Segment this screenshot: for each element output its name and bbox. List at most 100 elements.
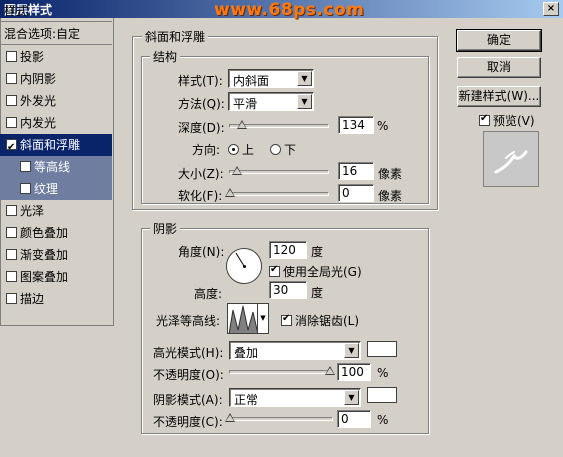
close-button[interactable]: × xyxy=(543,2,559,16)
style-item-label: 纹理 xyxy=(34,182,59,196)
altitude-input[interactable]: 30 xyxy=(269,281,307,299)
style-item-label: 图案叠加 xyxy=(20,270,69,284)
checkbox-icon[interactable] xyxy=(6,117,17,128)
checkbox-icon[interactable] xyxy=(6,271,17,282)
style-item-bevel-emboss[interactable]: 斜面和浮雕 xyxy=(0,134,112,159)
soften-slider[interactable] xyxy=(225,188,329,199)
checkbox-icon[interactable] xyxy=(6,137,17,159)
depth-input[interactable]: 134 xyxy=(338,116,374,134)
direction-up-label: 上 xyxy=(242,143,255,157)
checkbox-icon[interactable] xyxy=(479,113,490,126)
radio-icon[interactable] xyxy=(228,144,239,155)
checkbox-icon[interactable] xyxy=(6,51,17,62)
shadow-mode-select[interactable]: 正常 ▼ xyxy=(229,388,361,407)
style-item-outer-glow[interactable]: 外发光 xyxy=(0,90,112,112)
gloss-contour-preview[interactable] xyxy=(227,303,258,334)
highlight-opacity-unit: % xyxy=(377,366,389,380)
checkbox-icon[interactable] xyxy=(20,183,31,194)
shadow-opacity-slider[interactable] xyxy=(225,413,333,424)
checkbox-icon[interactable] xyxy=(6,95,17,106)
style-item-contour[interactable]: 等高线 xyxy=(0,156,112,178)
shadow-opacity-unit: % xyxy=(377,413,389,427)
checkbox-icon[interactable] xyxy=(6,73,17,84)
shadow-color-swatch[interactable] xyxy=(367,387,397,403)
style-preview-thumbnail xyxy=(483,131,539,187)
technique-select[interactable]: 平滑 ▼ xyxy=(228,92,314,111)
global-light-label: 使用全局光(G) xyxy=(283,265,362,279)
chevron-down-icon[interactable]: ▼ xyxy=(344,343,359,358)
chevron-down-icon[interactable]: ▼ xyxy=(344,390,359,405)
structure-title: 结构 xyxy=(150,48,181,65)
altitude-label: 高度: xyxy=(194,287,223,301)
style-item-drop-shadow[interactable]: 投影 xyxy=(0,46,112,68)
highlight-opacity-slider[interactable] xyxy=(229,366,335,377)
altitude-unit: 度 xyxy=(311,286,324,300)
style-item-color-overlay[interactable]: 颜色叠加 xyxy=(0,222,112,244)
highlight-mode-value: 叠加 xyxy=(234,346,259,360)
checkbox-icon[interactable] xyxy=(281,313,292,326)
checkbox-icon[interactable] xyxy=(6,227,17,238)
new-style-button[interactable]: 新建样式(W)... xyxy=(457,86,541,107)
technique-label: 方法(Q): xyxy=(178,97,225,111)
highlight-opacity-input[interactable]: 100 xyxy=(337,363,371,381)
chevron-down-icon[interactable]: ▼ xyxy=(297,71,312,86)
cancel-button[interactable]: 取消 xyxy=(457,57,541,78)
angle-input[interactable]: 120 xyxy=(269,241,307,259)
size-slider[interactable] xyxy=(229,166,329,177)
shadow-mode-value: 正常 xyxy=(234,393,259,407)
style-item-label: 光泽 xyxy=(20,204,45,218)
style-item-pattern-overlay[interactable]: 图案叠加 xyxy=(0,266,112,288)
slider-thumb[interactable] xyxy=(225,413,235,422)
direction-label: 方向: xyxy=(192,143,221,157)
slider-track xyxy=(229,170,329,174)
soften-input[interactable]: 0 xyxy=(338,184,374,202)
direction-down-option[interactable]: 下 xyxy=(270,141,296,158)
style-item-label: 外发光 xyxy=(20,94,57,108)
angle-needle-icon xyxy=(235,252,245,267)
style-item-stroke[interactable]: 描边 xyxy=(0,288,112,310)
style-item-texture[interactable]: 纹理 xyxy=(0,178,112,200)
style-item-label: 斜面和浮雕 xyxy=(20,138,81,152)
style-item-inner-shadow[interactable]: 内阴影 xyxy=(0,68,112,90)
chevron-down-icon[interactable]: ▼ xyxy=(297,94,312,109)
ok-button[interactable]: 确定 xyxy=(456,29,542,52)
highlight-mode-select[interactable]: 叠加 ▼ xyxy=(229,341,361,360)
slider-thumb[interactable] xyxy=(237,120,248,129)
direction-down-label: 下 xyxy=(284,143,297,157)
soften-label: 软化(F): xyxy=(178,189,223,203)
direction-up-option[interactable]: 上 xyxy=(228,141,254,158)
shadow-opacity-label: 不透明度(C): xyxy=(153,415,223,429)
angle-label: 角度(N): xyxy=(178,245,225,259)
depth-slider[interactable] xyxy=(229,120,329,131)
shadow-opacity-input[interactable]: 0 xyxy=(337,410,371,428)
style-label: 样式(T): xyxy=(178,74,223,88)
styles-list-panel: 样式 混合选项:自定 投影 内阴影 外发光 内发光 斜面和浮雕 等高线 纹理 光… xyxy=(0,0,114,326)
style-select[interactable]: 内斜面 ▼ xyxy=(228,69,314,88)
size-input[interactable]: 16 xyxy=(338,162,374,180)
checkbox-icon[interactable] xyxy=(269,264,280,277)
highlight-mode-label: 高光模式(H): xyxy=(153,346,224,360)
slider-thumb[interactable] xyxy=(225,188,235,197)
checkbox-icon[interactable] xyxy=(20,161,31,172)
global-light-option[interactable]: 使用全局光(G) xyxy=(269,263,362,280)
antialias-label: 消除锯齿(L) xyxy=(295,314,360,328)
angle-dial[interactable] xyxy=(226,248,262,284)
blending-options-item[interactable]: 混合选项:自定 xyxy=(0,23,112,45)
preview-swoosh-icon xyxy=(494,150,528,174)
style-item-inner-glow[interactable]: 内发光 xyxy=(0,112,112,134)
slider-track xyxy=(229,370,333,374)
slider-thumb[interactable] xyxy=(325,366,335,375)
checkbox-icon[interactable] xyxy=(6,249,17,260)
style-item-gradient-overlay[interactable]: 渐变叠加 xyxy=(0,244,112,266)
checkbox-icon[interactable] xyxy=(6,205,17,216)
radio-icon[interactable] xyxy=(270,144,281,155)
style-item-satin[interactable]: 光泽 xyxy=(0,200,112,222)
slider-thumb[interactable] xyxy=(232,166,242,175)
styles-header[interactable]: 样式 xyxy=(0,0,112,22)
chevron-down-icon[interactable]: ▼ xyxy=(258,303,269,334)
highlight-color-swatch[interactable] xyxy=(367,341,397,357)
preview-option[interactable]: 预览(V) xyxy=(479,112,535,129)
size-label: 大小(Z): xyxy=(178,167,224,181)
antialias-option[interactable]: 消除锯齿(L) xyxy=(281,312,359,329)
checkbox-icon[interactable] xyxy=(6,293,17,304)
